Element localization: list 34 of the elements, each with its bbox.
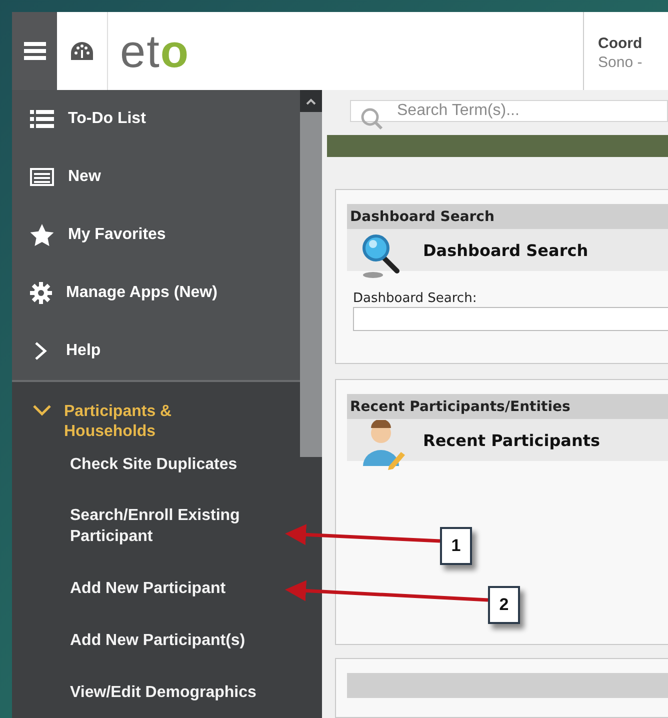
panel-title: Dashboard Search (423, 240, 588, 260)
form-icon (30, 168, 54, 186)
panel-header: Recent Participants/Entities (347, 394, 668, 419)
logo[interactable]: eto (120, 24, 190, 78)
input-field[interactable] (353, 307, 668, 331)
scrollbar-thumb[interactable] (300, 112, 322, 457)
sidebar-section[interactable]: Participants & Households (12, 402, 300, 442)
menu-button[interactable] (12, 12, 57, 90)
sidebar-subitem[interactable]: Check Site Duplicates (12, 454, 280, 475)
sidebar-subitem[interactable]: View/Edit Demographics (12, 682, 280, 703)
user-edit-icon (361, 420, 405, 470)
panel-title: Recent Participants (423, 430, 600, 450)
sidebar-item[interactable]: Manage Apps (New) (12, 264, 300, 322)
menu-icon (24, 42, 46, 60)
sidebar-subitem[interactable]: Search/Enroll Existing Participant (12, 505, 280, 547)
panel-header: Dashboard Search (347, 204, 668, 229)
callout-number: 1 (440, 527, 472, 565)
search-icon (360, 107, 384, 131)
site-name: Sono - (598, 53, 644, 72)
list-icon (30, 109, 54, 129)
sidebar-item[interactable]: Help (12, 322, 300, 380)
scroll-up-icon[interactable] (306, 98, 316, 104)
user-name: Coord (598, 34, 644, 53)
sidebar-item[interactable]: New (12, 148, 300, 206)
search-field[interactable]: Search Term(s)... (350, 100, 668, 122)
sidebar-subitem[interactable]: Add New Participant(s) (12, 630, 280, 651)
sidebar-item[interactable]: To-Do List (12, 90, 300, 148)
settings-icon (30, 282, 52, 304)
callout-number: 2 (488, 586, 520, 624)
sidebar-item[interactable]: My Favorites (12, 206, 300, 264)
field-label: Dashboard Search: (353, 291, 478, 306)
gauge-icon[interactable] (70, 41, 94, 61)
sidebar-subitem[interactable]: Add New Participant (12, 578, 280, 599)
star-icon (30, 224, 54, 246)
